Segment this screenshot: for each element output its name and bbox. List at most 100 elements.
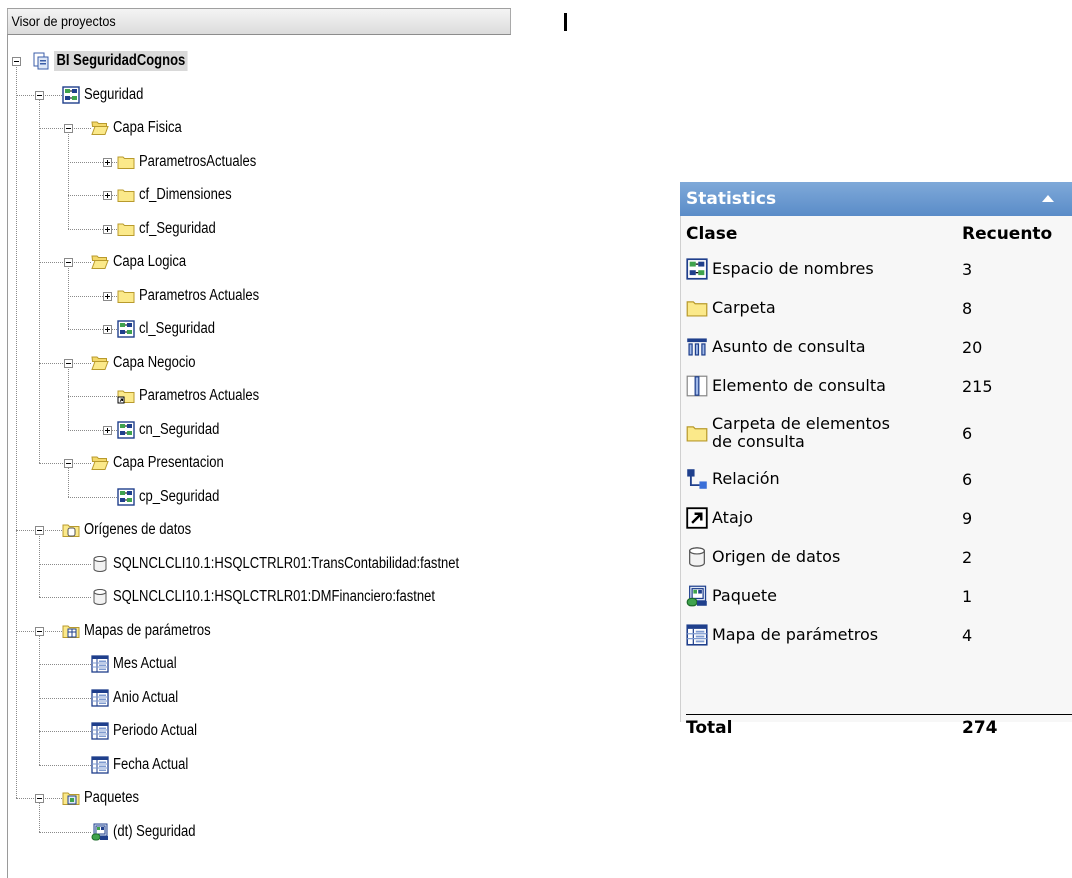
statistics-class-name: Paquete (712, 586, 777, 605)
expand-toggle-icon[interactable] (103, 425, 112, 435)
column-header-count: Recuento (962, 224, 1053, 244)
package-icon (91, 823, 109, 841)
tree-node[interactable]: Parametros Actuales (117, 384, 282, 408)
folder-icon (686, 297, 708, 319)
collapse-toggle-icon[interactable] (35, 90, 44, 100)
parameter-maps-folder-icon (62, 622, 80, 640)
collapse-toggle-icon[interactable] (64, 258, 73, 267)
statistics-header[interactable]: Statistics (680, 182, 1072, 216)
tree-node-label: cf_Seguridad (139, 219, 216, 237)
statistics-count: 1 (962, 586, 973, 606)
tree-node[interactable]: Capa Fisica (91, 116, 195, 140)
folder-icon (117, 220, 135, 238)
tree-connector (39, 764, 91, 767)
tree-node[interactable]: (dt) Seguridad (91, 820, 211, 844)
parameter-map-icon (91, 688, 109, 707)
statistics-title: Statistics (686, 189, 777, 209)
project-viewer-pane: Visor de proyectos BI SeguridadCognos Seg… (0, 0, 568, 878)
total-label: Total (686, 718, 733, 738)
data-sources-folder-icon (62, 521, 80, 539)
tree-node[interactable]: Capa Presentacion (91, 451, 245, 475)
total-divider (686, 714, 1072, 715)
data-source-icon (686, 546, 708, 568)
tree-connector (68, 463, 70, 497)
tree-node[interactable]: Parametros Actuales (117, 284, 282, 308)
tree-node-label: Parametros Actuales (139, 387, 260, 404)
tree-node-label: Parametros Actuales (139, 286, 260, 304)
tree-node-label: Anio Actual (113, 688, 179, 706)
statistics-count: 6 (962, 469, 973, 489)
parameter-map-icon (91, 722, 109, 740)
expand-toggle-icon[interactable] (103, 325, 112, 334)
folder-open-icon (91, 354, 109, 372)
collapse-toggle-icon[interactable] (64, 124, 73, 133)
tree-node-label: cn_Seguridad (139, 420, 220, 438)
tree-node[interactable]: Paquetes (62, 786, 150, 810)
statistics-count: 2 (962, 547, 973, 567)
tree-connector (39, 831, 91, 834)
tree-node[interactable]: SQLNCLCLI10.1:HSQLCTRLR01:DMFinanciero:f… (91, 585, 496, 609)
tree-node[interactable]: cn_Seguridad (117, 418, 235, 442)
statistics-panel: Statistics Clase Recuento Espacio de nom… (680, 182, 1072, 738)
data-source-icon (91, 555, 109, 573)
tree-node[interactable]: Mes Actual (91, 652, 189, 676)
collapse-toggle-icon[interactable] (64, 459, 73, 468)
tree-connector (68, 396, 117, 398)
tree-node[interactable]: Mapas de parámetros (62, 619, 235, 643)
tree-node-label: Capa Presentacion (113, 454, 224, 471)
tree-connector (68, 496, 117, 499)
tree-node[interactable]: Fecha Actual (91, 753, 203, 777)
tree-node[interactable]: cf_Seguridad (117, 217, 230, 241)
tree-node[interactable]: Seguridad (62, 83, 155, 107)
tree-node[interactable]: BI SeguridadCognos (32, 49, 213, 73)
parameter-map-icon (91, 655, 109, 673)
query-subject-icon (686, 336, 708, 358)
collapse-toggle-icon[interactable] (35, 526, 44, 535)
collapse-toggle-icon[interactable] (12, 57, 21, 66)
tree-node[interactable]: cf_Dimensiones (117, 183, 249, 207)
tree-node[interactable]: cp_Seguridad (117, 485, 235, 509)
column-header-class: Clase (686, 224, 738, 244)
collapse-toggle-icon[interactable] (64, 358, 73, 368)
package-icon (686, 585, 708, 607)
tree-node-label: cl_Seguridad (139, 320, 216, 337)
query-item-folder-icon (686, 422, 708, 444)
tree-node[interactable]: ParametrosActuales (117, 150, 279, 174)
tree-node[interactable]: Periodo Actual (91, 719, 213, 743)
namespace-icon (62, 85, 80, 104)
expand-toggle-icon[interactable] (103, 224, 112, 234)
tree-connector (39, 94, 41, 463)
tree-node[interactable]: Capa Negocio (91, 351, 211, 375)
collapse-toggle-icon[interactable] (35, 626, 44, 636)
tree-connector (39, 731, 91, 733)
statistics-row: Mapa de parámetros 4 (686, 616, 1072, 654)
tree-node[interactable]: Capa Logica (91, 250, 200, 274)
statistics-row: Asunto de consulta 20 (686, 328, 1072, 366)
tree-node[interactable]: cl_Seguridad (117, 317, 229, 341)
expand-toggle-icon[interactable] (103, 291, 112, 301)
folder-icon (117, 153, 135, 171)
expand-toggle-icon[interactable] (103, 191, 112, 200)
collapse-toggle-icon[interactable] (35, 794, 44, 803)
tree-node[interactable]: SQLNCLCLI10.1:HSQLCTRLR01:TransContabili… (91, 552, 525, 576)
packages-folder-icon (62, 789, 80, 807)
total-count: 274 (962, 718, 998, 738)
tree-node[interactable]: Anio Actual (91, 686, 191, 710)
statistics-class-name: Atajo (712, 508, 753, 527)
tree-node-label: SQLNCLCLI10.1:HSQLCTRLR01:DMFinanciero:f… (113, 588, 436, 605)
statistics-row: Espacio de nombres 3 (686, 250, 1072, 288)
tree-node-label: cp_Seguridad (139, 487, 220, 505)
expand-toggle-icon[interactable] (103, 157, 112, 167)
statistics-class-name: Asunto de consulta (712, 337, 866, 356)
tree-node-label: Fecha Actual (113, 755, 189, 773)
parameter-map-icon (91, 755, 109, 774)
tree-node[interactable]: Orígenes de datos (62, 518, 212, 542)
statistics-row: Origen de datos 2 (686, 538, 1072, 576)
tree-node-label: SQLNCLCLI10.1:HSQLCTRLR01:TransContabili… (113, 554, 460, 572)
folder-shortcut-icon (117, 387, 135, 405)
statistics-count: 6 (962, 423, 973, 443)
collapse-up-icon[interactable] (1042, 195, 1054, 202)
tree-connector (39, 664, 91, 666)
tree-node-label: ParametrosActuales (139, 152, 257, 170)
tree-node-label: Capa Logica (113, 253, 187, 270)
